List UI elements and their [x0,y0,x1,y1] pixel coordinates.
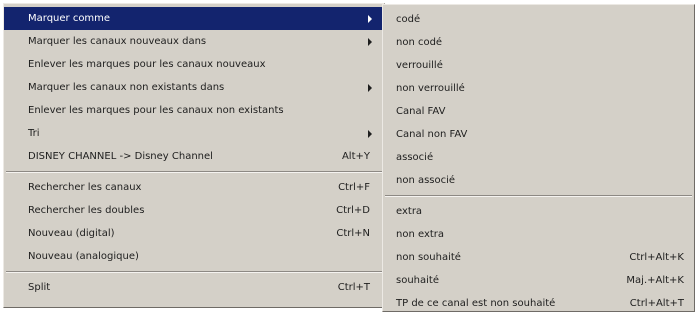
menu-item-label: Nouveau (analogique) [28,251,139,262]
menu-item-shortcut: Ctrl+Alt+T [629,298,684,309]
submenu-item-non-souhaite[interactable]: non souhaité Ctrl+Alt+K [383,246,694,269]
menu-item-label: Canal FAV [396,106,446,117]
menu-item-rename-channel[interactable]: DISNEY CHANNEL -> Disney Channel Alt+Y [4,145,384,168]
menu-item-label: DISNEY CHANNEL -> Disney Channel [28,151,213,162]
menu-item-shortcut: Alt+Y [341,151,370,162]
menu-item-label: Canal non FAV [396,129,468,140]
menu-separator [4,268,384,276]
submenu-item-tp-non-souhaite[interactable]: TP de ce canal est non souhaité Ctrl+Alt… [383,292,694,315]
menu-item-label: non verrouillé [396,83,465,94]
menu-item-rechercher-doubles[interactable]: Rechercher les doubles Ctrl+D [4,199,384,222]
menu-item-label: extra [396,206,423,217]
menu-item-marquer-comme[interactable]: Marquer comme [4,7,384,30]
menu-item-label: Enlever les marques pour les canaux non … [28,105,284,116]
menu-item-label: Tri [28,128,40,139]
menu-item-enlever-nouveaux[interactable]: Enlever les marques pour les canaux nouv… [4,53,384,76]
context-menu: Marquer comme Marquer les canaux nouveau… [3,3,385,308]
submenu-item-non-associe[interactable]: non associé [383,169,694,192]
menu-item-label: Marquer les canaux non existants dans [28,82,225,93]
menu-item-label: non extra [396,229,445,240]
menu-item-marquer-non-existants[interactable]: Marquer les canaux non existants dans [4,76,384,99]
menu-item-label: TP de ce canal est non souhaité [396,298,556,309]
menu-separator [383,192,694,200]
submenu-item-non-extra[interactable]: non extra [383,223,694,246]
submenu-arrow-icon [368,38,372,46]
menu-item-label: non souhaité [396,252,461,263]
menu-item-nouveau-analogique[interactable]: Nouveau (analogique) [4,245,384,268]
menu-item-label: verrouillé [396,60,443,71]
menu-item-split[interactable]: Split Ctrl+T [4,276,384,299]
menu-separator [4,168,384,176]
submenu-item-non-code[interactable]: non codé [383,31,694,54]
menu-item-label: Rechercher les doubles [28,205,145,216]
submenu-marquer-comme: codé non codé verrouillé non verrouillé … [382,4,695,312]
menu-item-label: non associé [396,175,456,186]
submenu-arrow-icon [368,130,372,138]
menu-item-shortcut: Ctrl+Alt+K [629,252,684,263]
menu-item-label: Enlever les marques pour les canaux nouv… [28,59,266,70]
menu-item-shortcut: Ctrl+D [336,205,370,216]
menu-item-label: Nouveau (digital) [28,228,115,239]
menu-item-shortcut: Ctrl+F [338,182,370,193]
submenu-arrow-icon [368,15,372,23]
menu-item-shortcut: Ctrl+T [337,282,370,293]
menu-item-rechercher-canaux[interactable]: Rechercher les canaux Ctrl+F [4,176,384,199]
submenu-item-associe[interactable]: associé [383,146,694,169]
menu-item-label: associé [396,152,434,163]
submenu-item-souhaite[interactable]: souhaité Maj.+Alt+K [383,269,694,292]
menu-item-label: codé [396,14,421,25]
menu-item-tri[interactable]: Tri [4,122,384,145]
menu-item-label: Split [28,282,51,293]
menu-item-marquer-nouveaux[interactable]: Marquer les canaux nouveaux dans [4,30,384,53]
menu-item-shortcut: Maj.+Alt+K [626,275,684,286]
menu-item-label: Marquer comme [28,13,111,24]
menu-item-nouveau-digital[interactable]: Nouveau (digital) Ctrl+N [4,222,384,245]
submenu-item-canal-non-fav[interactable]: Canal non FAV [383,123,694,146]
menu-item-shortcut: Ctrl+N [336,228,370,239]
submenu-item-extra[interactable]: extra [383,200,694,223]
submenu-item-canal-fav[interactable]: Canal FAV [383,100,694,123]
submenu-item-verrouille[interactable]: verrouillé [383,54,694,77]
submenu-arrow-icon [368,84,372,92]
menu-item-enlever-non-existants[interactable]: Enlever les marques pour les canaux non … [4,99,384,122]
submenu-item-non-verrouille[interactable]: non verrouillé [383,77,694,100]
submenu-item-code[interactable]: codé [383,8,694,31]
menu-item-label: Rechercher les canaux [28,182,142,193]
menu-item-label: Marquer les canaux nouveaux dans [28,36,207,47]
menu-item-label: souhaité [396,275,439,286]
menu-item-label: non codé [396,37,443,48]
